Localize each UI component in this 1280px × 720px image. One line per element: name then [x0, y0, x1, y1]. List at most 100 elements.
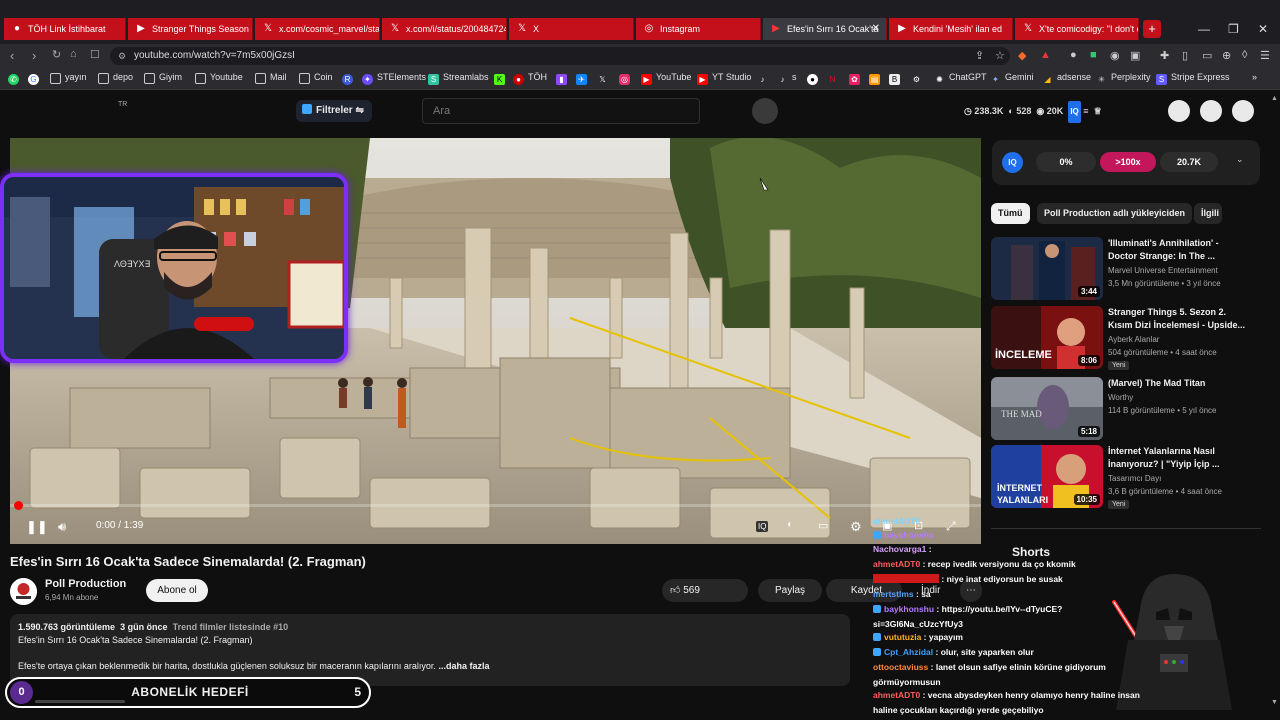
description-box[interactable]: 1.590.763 görüntüleme 3 gün önce Trend f… [10, 614, 850, 686]
extensions-puzzle-icon[interactable]: ✚ [1160, 49, 1169, 62]
settings-gear-icon[interactable]: ⚙ [850, 519, 862, 535]
scroll-up-icon[interactable]: ▲ [1271, 95, 1278, 102]
close-window-icon[interactable]: ✕ [1258, 22, 1268, 36]
sidebar-icon[interactable]: ▯ [1182, 49, 1188, 62]
kick-icon[interactable]: K [494, 72, 509, 85]
chip-all[interactable]: Tümü [991, 203, 1030, 224]
bookmark-s[interactable]: ♪ s [777, 72, 797, 85]
video-thumbnail[interactable]: İNTERNET YALANLARI 10:35 [991, 445, 1103, 508]
related-video[interactable]: İNCELEME 8:06 Stranger Things 5. Sezon 2… [991, 306, 1261, 372]
forward-icon[interactable]: › [32, 48, 36, 63]
bluesky-icon[interactable]: ✈ [576, 72, 591, 85]
share-icon[interactable]: ⇪ [975, 49, 984, 62]
chip-related[interactable]: İlgili [1194, 203, 1222, 224]
browser-tab[interactable]: ▶ Stranger Things Season 5 [128, 18, 253, 40]
wallet-icon[interactable]: ▭ [1202, 49, 1212, 62]
site-info-icon[interactable]: ⚙ [118, 47, 126, 65]
bookmark-yt-studio[interactable]: ▶ YT Studio [697, 72, 751, 85]
brave-shield-icon[interactable]: ◆ [1018, 49, 1026, 62]
restore-icon[interactable]: ❐ [1228, 22, 1239, 36]
iq-icon[interactable]: IQ [1002, 152, 1023, 173]
bookmark-yayin[interactable]: yayın [50, 72, 87, 84]
extension-icon[interactable]: ● [1070, 49, 1077, 61]
subscribe-button[interactable]: Abone ol [146, 579, 208, 602]
minimize-icon[interactable]: — [1198, 22, 1210, 36]
url-field[interactable]: ⚙ youtube.com/watch?v=7m5x00jGzsI [110, 47, 1010, 65]
browser-tab-active[interactable]: ▶ Efes'in Sırrı 16 Ocak'ta ✕ [763, 18, 887, 40]
extension-icon[interactable]: ▣ [1130, 49, 1140, 62]
create-button[interactable] [1168, 100, 1190, 122]
bookmark-icon[interactable]: B [889, 72, 904, 85]
related-video[interactable]: THE MAD 5:18 (Marvel) The Mad Titan Wort… [991, 377, 1261, 443]
bookmark-streamlabs[interactable]: S Streamlabs [428, 72, 489, 85]
chip-from-uploader[interactable]: Poll Production adlı yükleyiciden [1037, 203, 1193, 224]
progress-scrubber[interactable] [14, 501, 23, 510]
browser-tab[interactable]: ● TÖH Link İstihbarat [4, 18, 126, 40]
whatsapp-icon[interactable]: ✆ [8, 72, 23, 85]
netflix-icon[interactable]: N [827, 72, 842, 85]
related-video[interactable]: 3:44 'Illuminati's Annihilation' - Docto… [991, 237, 1261, 303]
bookmark-stripe[interactable]: S Stripe Express [1156, 72, 1230, 85]
bookmark-icon[interactable]: ▤ [869, 72, 884, 85]
bookmark-chatgpt[interactable]: ✺ ChatGPT [934, 72, 986, 85]
instagram-icon[interactable]: ◎ [619, 72, 634, 85]
bookmark-icon[interactable]: ☐ [90, 48, 100, 61]
bookmark-adsense[interactable]: ◢ adsense [1042, 72, 1091, 85]
page-scrollbar[interactable]: ▲ ▼ [1270, 95, 1280, 720]
bookmark-youtube-folder[interactable]: Youtube [195, 72, 243, 84]
related-video[interactable]: İNTERNET YALANLARI 10:35 İnternet Yalanla… [991, 445, 1261, 511]
share-button[interactable]: Paylaş [758, 579, 822, 602]
reload-icon[interactable]: ↻ [52, 48, 61, 61]
notifications-button[interactable] [1200, 100, 1222, 122]
menu-icon[interactable]: ☰ [1260, 49, 1270, 62]
extension-icon[interactable]: ◉ [1110, 49, 1120, 62]
volume-icon[interactable]: 🔊︎ [58, 519, 66, 535]
filters-button[interactable]: Filtreler ⇋ [296, 100, 372, 122]
browser-tab[interactable]: 𝕏x.com/i/status/200484724 [382, 18, 507, 40]
trophy-icon[interactable]: ♕ [1094, 106, 1102, 116]
browser-tab[interactable]: 𝕏X [509, 18, 634, 40]
x-icon[interactable]: 𝕏 [597, 72, 612, 85]
progress-bar[interactable] [10, 504, 981, 507]
channel-name[interactable]: Poll Production [45, 578, 126, 590]
bookmark-r[interactable]: R [342, 72, 357, 85]
bookmark-depo[interactable]: depo [98, 72, 133, 84]
subtitles-icon[interactable]: ▭ [818, 519, 828, 532]
new-tab-button[interactable]: + [1143, 20, 1161, 38]
scroll-down-icon[interactable]: ▼ [1271, 699, 1278, 706]
bookmark-icon[interactable]: ● [807, 72, 822, 85]
chevron-down-icon[interactable]: ⌄ [1236, 154, 1244, 165]
vpn-icon[interactable]: ⊕ [1222, 49, 1231, 62]
bookmark-coin[interactable]: Coin [299, 72, 333, 84]
browser-tab[interactable]: 𝕏x.com/cosmic_marvel/stat [255, 18, 380, 40]
star-icon[interactable]: ☆ [995, 49, 1005, 62]
back-icon[interactable]: ‹ [10, 48, 14, 63]
channel-avatar[interactable] [10, 578, 37, 605]
shield-icon[interactable]: ◊ [1242, 49, 1247, 61]
video-thumbnail[interactable]: 3:44 [991, 237, 1103, 300]
bookmark-youtube[interactable]: ▶ YouTube [641, 72, 691, 85]
video-thumbnail[interactable]: THE MAD 5:18 [991, 377, 1103, 440]
bookmark-perplexity[interactable]: ✳ Perplexity [1096, 72, 1150, 85]
bookmark-icon[interactable]: ⚙ [911, 72, 926, 85]
search-input[interactable]: Ara [422, 98, 700, 124]
bookmark-gemini[interactable]: ✦ Gemini [990, 72, 1033, 85]
tiktok-icon[interactable]: ♪ [757, 72, 772, 85]
browser-tab[interactable]: 𝕏 X'te comicodigy: "I don't c [1015, 18, 1139, 40]
bookmark-icon[interactable]: ✿ [849, 72, 864, 85]
pause-icon[interactable]: ❚❚ [26, 519, 48, 535]
home-icon[interactable]: ⌂ [70, 48, 77, 60]
iq-player-icon[interactable]: IQ [756, 521, 769, 532]
bookmark-stelements[interactable]: ✦ STElements [362, 72, 426, 85]
browser-tab[interactable]: ▶ Kendini 'Mesih' ilan ed [889, 18, 1013, 40]
like-button[interactable]: 👍︎ 569 [662, 579, 748, 602]
bookmark-giyim[interactable]: Giyim [144, 72, 182, 84]
close-icon[interactable]: ✕ [872, 18, 880, 40]
browser-tab[interactable]: ◎ Instagram [636, 18, 761, 40]
autoplay-toggle-icon[interactable]: ◖ [786, 519, 792, 530]
voice-search-button[interactable] [752, 98, 778, 124]
video-thumbnail[interactable]: İNCELEME 8:06 [991, 306, 1103, 369]
google-icon[interactable]: G [28, 72, 43, 85]
iq-icon[interactable]: IQ [1068, 101, 1081, 123]
bookmark-mail[interactable]: Mail [255, 72, 287, 84]
